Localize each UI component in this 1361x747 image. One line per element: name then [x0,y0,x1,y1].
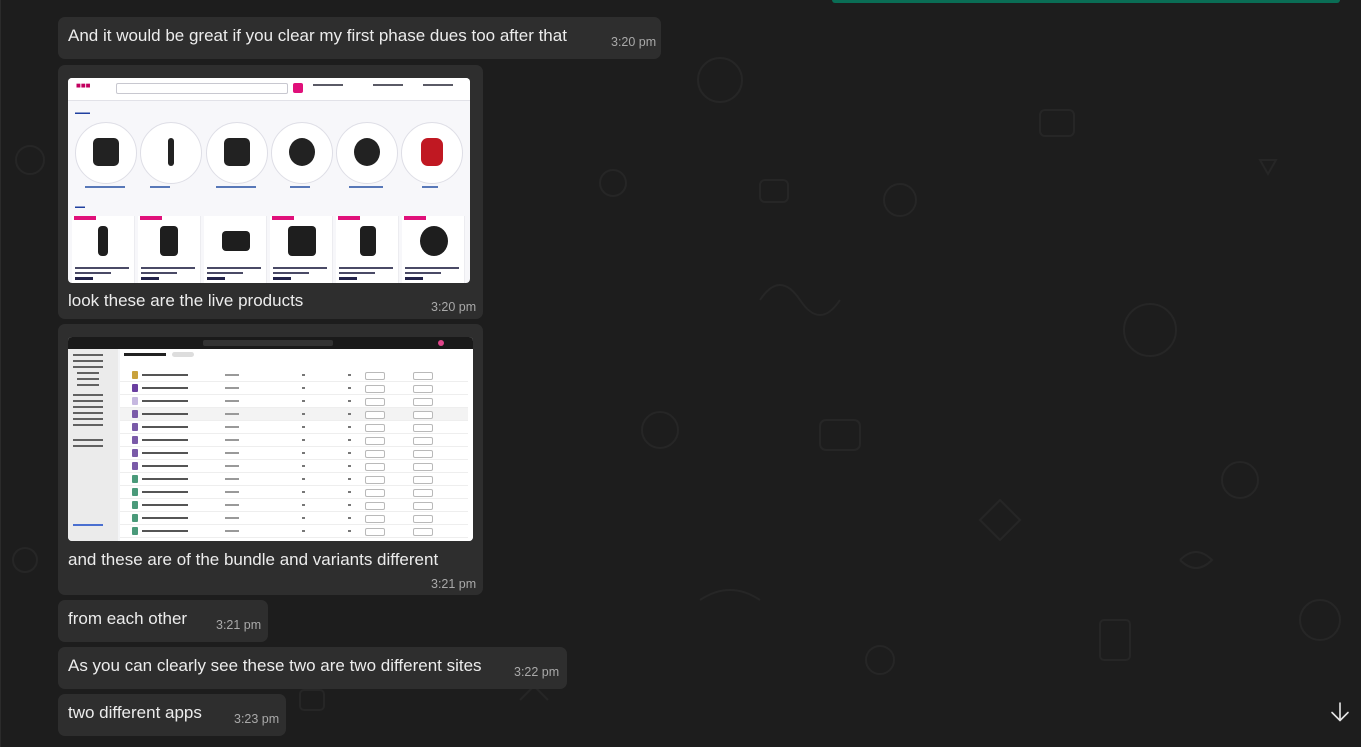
message-time: 3:22 pm [514,665,560,679]
message-bubble-image[interactable]: and these are of the bundle and variants… [58,324,483,595]
message-text: from each other [68,609,188,628]
category-microphone [336,122,398,184]
avatar [438,340,444,346]
admin-sidebar [68,349,118,541]
admin-inventory-screenshot[interactable] [68,337,473,541]
message-time: 3:20 pm [611,35,657,49]
message-time: 3:21 pm [431,577,477,591]
message-bubble[interactable]: from each other 3:21 pm [58,600,268,642]
store-website-screenshot[interactable]: ■■■ ▬▬▬ ▬▬ [68,78,470,283]
category-tripod [140,122,202,184]
message-time: 3:20 pm [431,300,477,314]
message-text: look these are the live products [68,291,304,310]
product-card [336,216,399,283]
pane-left-border [0,0,1,747]
message-text: As you can clearly see these two are two… [68,656,482,675]
store-logo: ■■■ [76,81,91,90]
store-search-bar [116,83,288,94]
message-time: 3:21 pm [216,618,262,632]
inventory-table [120,349,473,541]
message-bubble[interactable]: As you can clearly see these two are two… [58,647,567,689]
scroll-to-bottom-button[interactable] [1322,695,1358,729]
category-camera [75,122,137,184]
message-text: And it would be great if you clear my fi… [68,26,567,45]
message-bubble[interactable]: two different apps 3:23 pm [58,694,286,736]
category-lens [271,122,333,184]
product-card [270,216,333,283]
product-card [402,216,465,283]
product-card [138,216,201,283]
product-card [204,216,267,283]
message-text: and these are of the bundle and variants… [68,550,439,569]
arrow-down-icon [1331,702,1349,722]
search-icon [293,83,303,93]
message-text: two different apps [68,703,202,722]
top-accent-strip [832,0,1340,3]
product-card [72,216,135,283]
category-cinema-camera [206,122,268,184]
message-bubble-image[interactable]: ■■■ ▬▬▬ ▬▬ look these are the live produ… [58,65,483,319]
message-time: 3:23 pm [234,712,280,726]
category-film [401,122,463,184]
message-bubble[interactable]: And it would be great if you clear my fi… [58,17,661,59]
